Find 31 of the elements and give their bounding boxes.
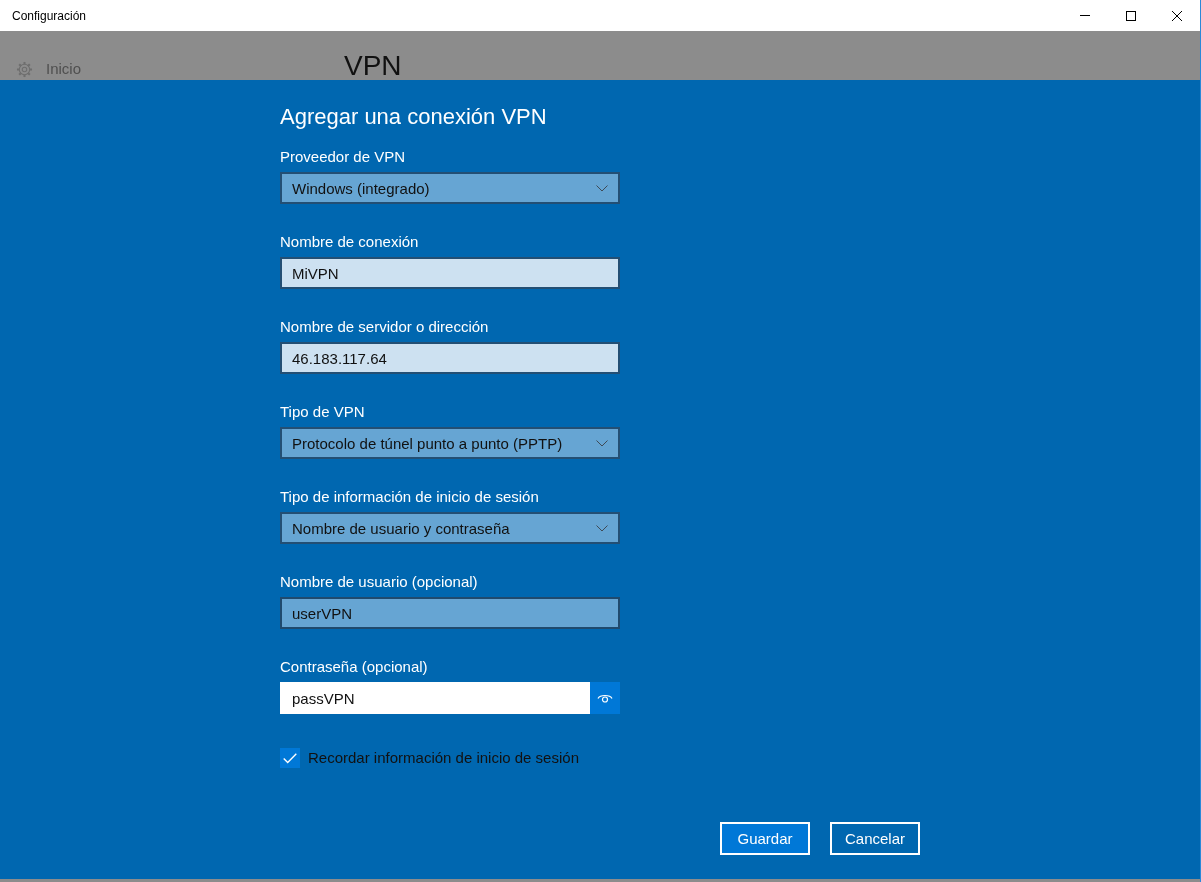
dropdown[interactable]: Protocolo de túnel punto a punto (PPTP) [280,427,620,459]
input-field[interactable]: userVPN [280,597,620,629]
minimize-icon [1080,15,1090,16]
reveal-password-button[interactable] [590,682,620,714]
password-field[interactable]: passVPN [280,682,590,714]
save-button[interactable]: Guardar [720,822,810,855]
field-label: Nombre de usuario (opcional) [280,572,478,592]
field-label: Tipo de VPN [280,402,365,422]
maximize-icon [1126,10,1136,21]
close-icon [1172,10,1182,21]
input-field[interactable]: MiVPN [280,257,620,289]
field-label: Nombre de servidor o dirección [280,317,489,337]
field-label: Proveedor de VPN [280,147,406,167]
chevron-down-icon [596,439,608,447]
dropdown[interactable]: Nombre de usuario y contraseña [280,512,620,544]
window-title: Configuración [11,8,88,23]
field-label: Nombre de conexión [280,232,419,252]
input-field[interactable]: 46.183.117.64 [280,342,620,374]
chevron-down-icon [596,524,608,532]
checkbox-label: Recordar información de inicio de sesión [308,748,579,768]
chevron-down-icon [596,184,608,192]
dialog-title: Agregar una conexión VPN [280,103,547,131]
checkbox[interactable] [280,748,300,768]
field-label: Contraseña (opcional) [280,657,428,677]
cancel-button[interactable]: Cancelar [830,822,920,855]
page-title: VPN [344,52,402,80]
settings-icon [16,60,33,78]
eye-icon [597,693,613,703]
dropdown[interactable]: Windows (integrado) [280,172,620,204]
checkmark-icon [283,752,297,764]
field-label: Tipo de información de inicio de sesión [280,487,539,507]
